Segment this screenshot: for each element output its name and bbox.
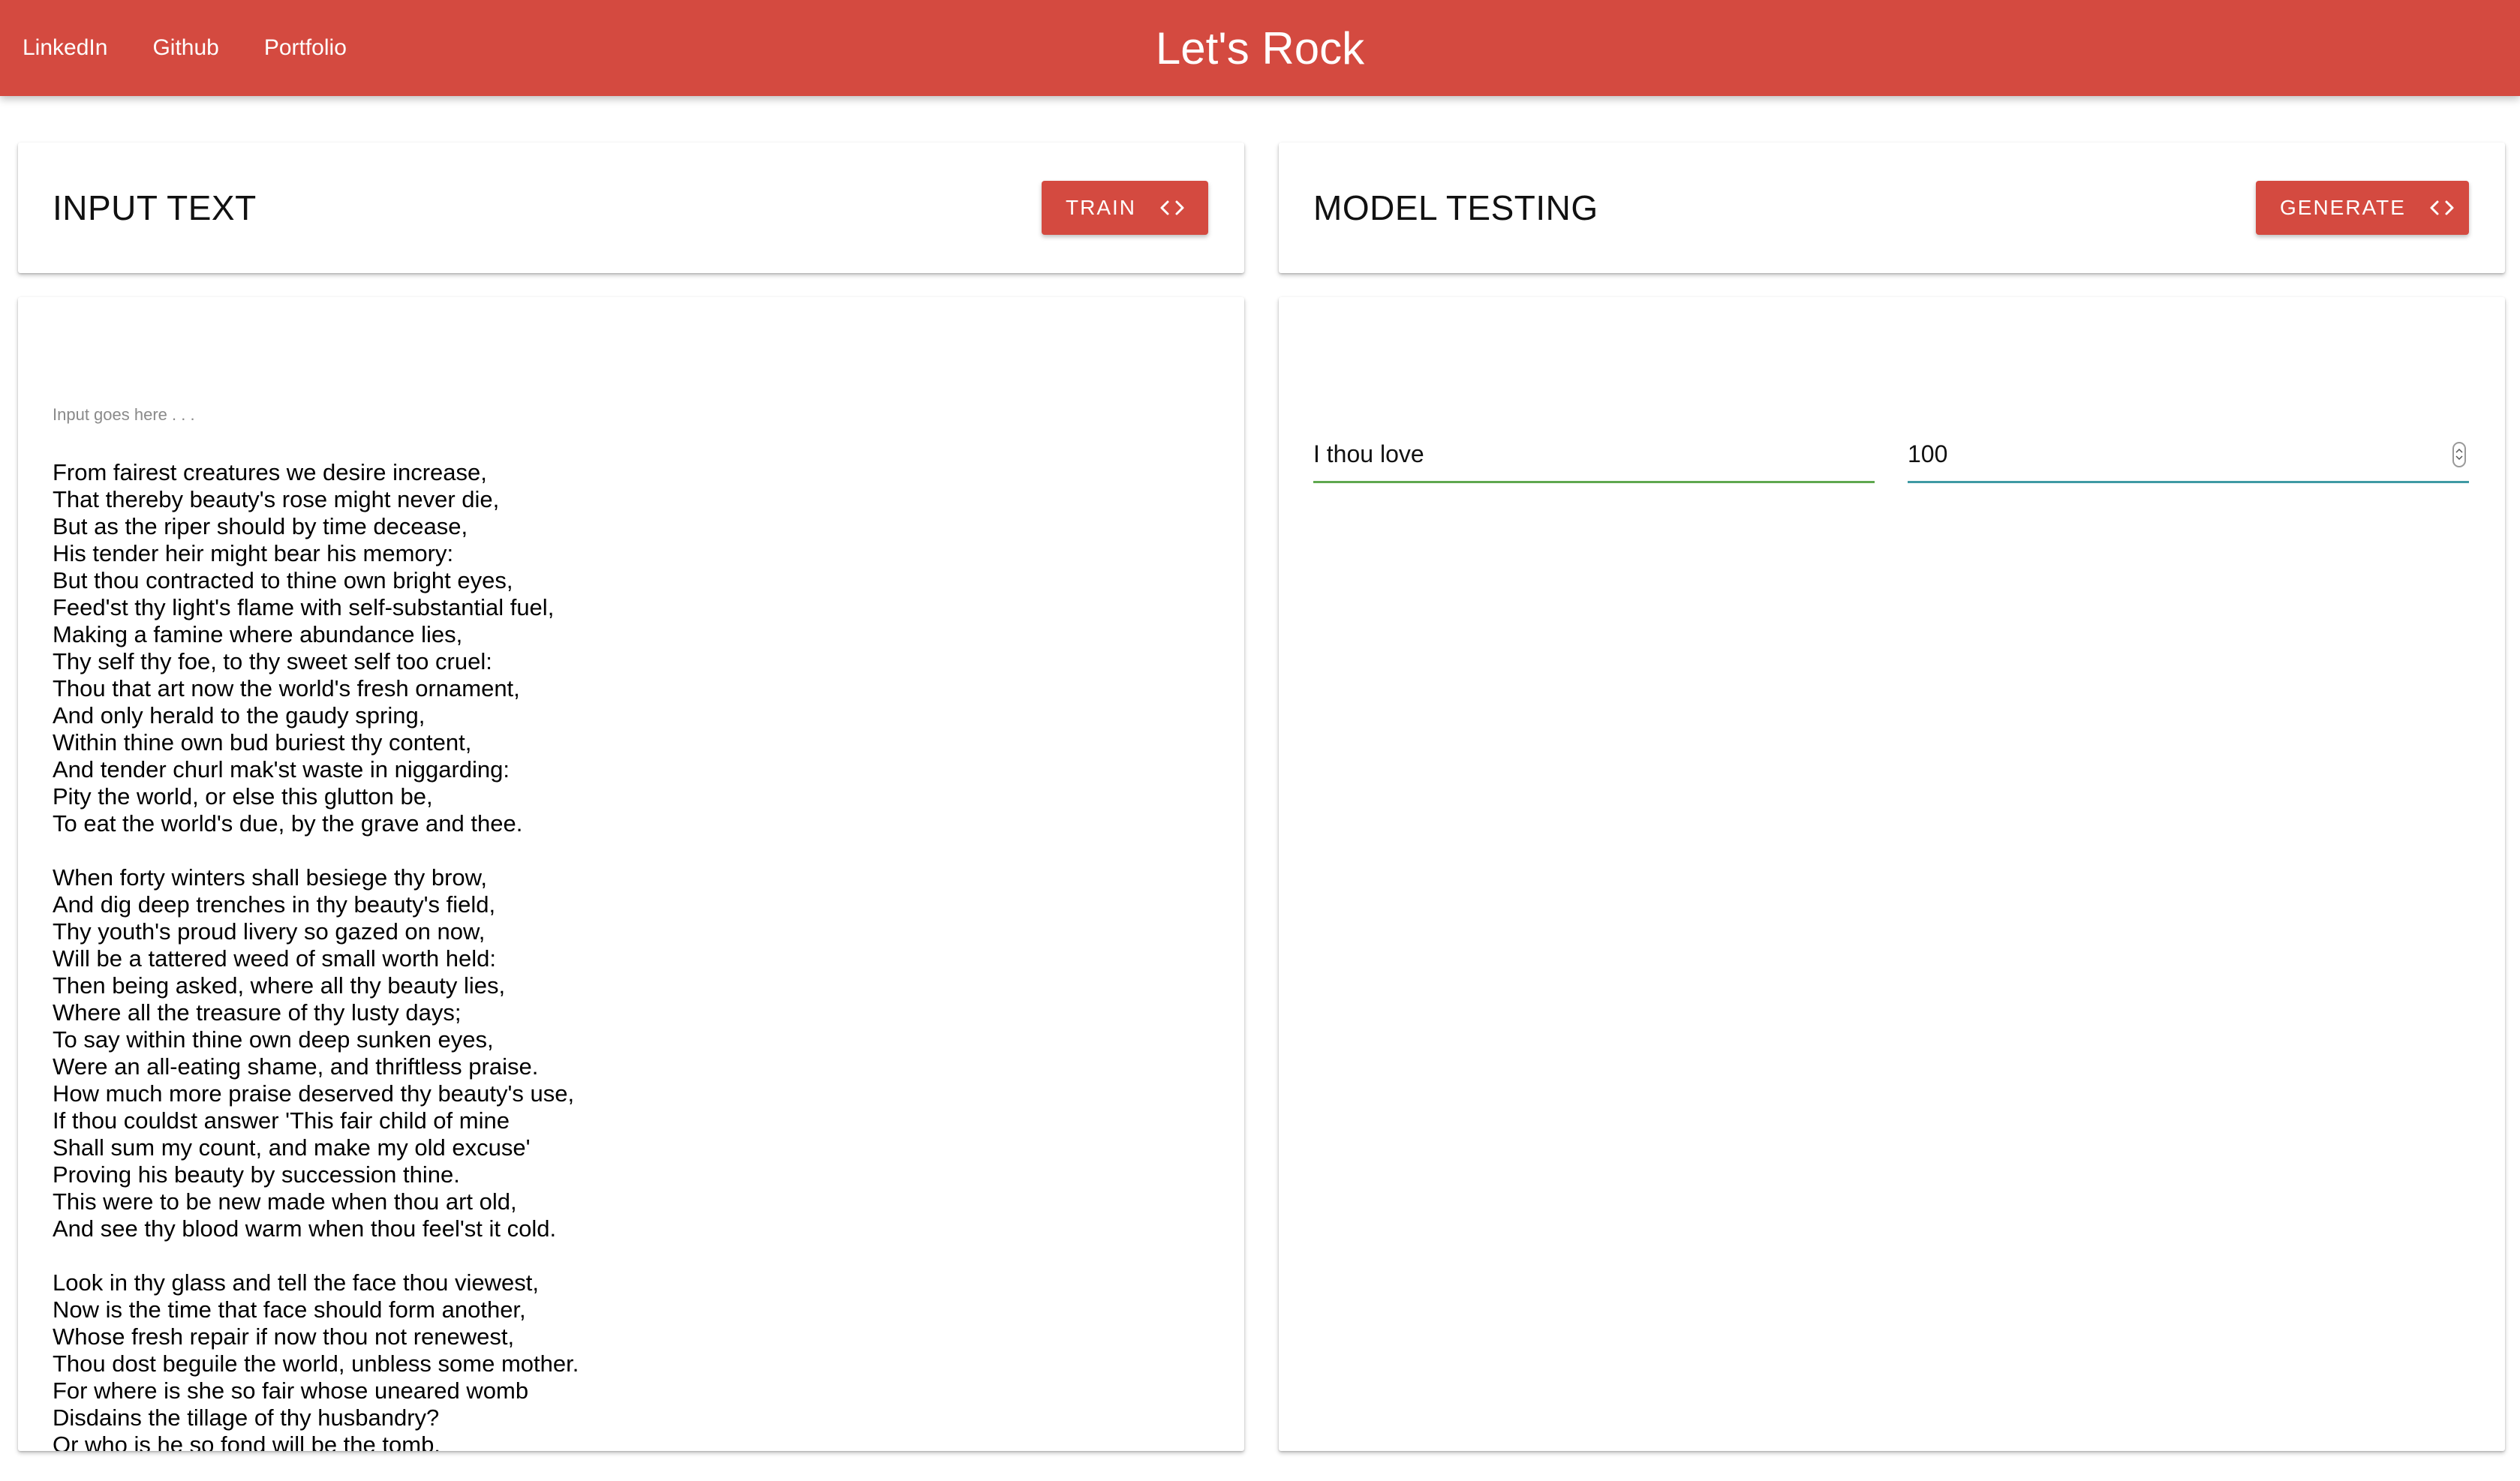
length-value: 100 [1908, 440, 1948, 467]
number-spinner[interactable] [2452, 441, 2466, 467]
brand-title[interactable]: Let's Rock [1156, 23, 1364, 74]
spinner-up-icon[interactable] [2455, 448, 2463, 453]
input-placeholder-label: Input goes here . . . [53, 405, 195, 424]
seed-text-input[interactable]: I thou love [1313, 428, 1875, 483]
seed-text-value: I thou love [1313, 440, 1424, 467]
model-testing-title: MODEL TESTING [1313, 188, 1598, 227]
train-button-label: TRAIN [1066, 196, 1136, 219]
code-icon [1159, 199, 1186, 217]
train-button[interactable]: TRAIN [1042, 181, 1208, 235]
input-textarea[interactable]: From fairest creatures we desire increas… [53, 459, 1178, 1451]
spinner-down-icon[interactable] [2455, 455, 2463, 461]
input-text-header-card: INPUT TEXT TRAIN [18, 143, 1244, 273]
length-number-input[interactable]: 100 [1908, 428, 2469, 483]
nav-link-portfolio[interactable]: Portfolio [264, 35, 347, 61]
model-testing-header-card: MODEL TESTING GENERATE [1279, 143, 2505, 273]
navbar: LinkedIn Github Portfolio Let's Rock [0, 0, 2520, 96]
nav-link-github[interactable]: Github [152, 35, 218, 61]
generate-button[interactable]: GENERATE [2256, 181, 2469, 235]
code-icon [2428, 199, 2455, 217]
nav-link-linkedin[interactable]: LinkedIn [23, 35, 107, 61]
input-text-title: INPUT TEXT [53, 188, 257, 227]
nav-links: LinkedIn Github Portfolio [23, 0, 392, 96]
generate-button-label: GENERATE [2280, 196, 2406, 219]
